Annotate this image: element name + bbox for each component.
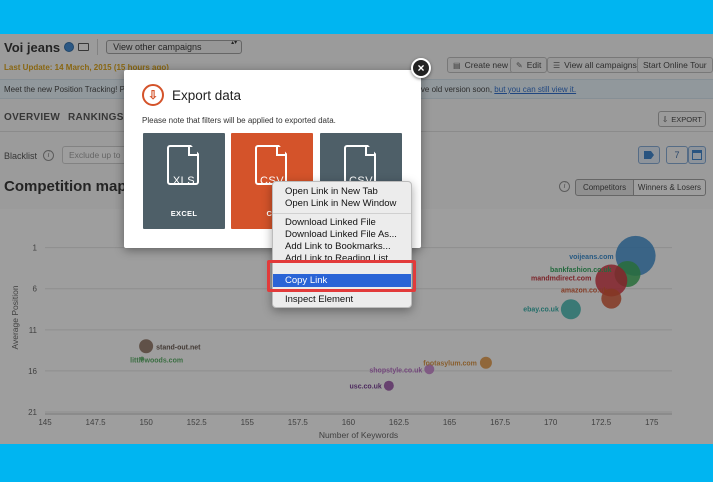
menu-item-download-file[interactable]: Download Linked File — [273, 217, 411, 228]
card-label: EXCEL — [170, 209, 198, 218]
menu-item-download-file-as[interactable]: Download Linked File As... — [273, 229, 411, 240]
modal-note: Please note that filters will be applied… — [142, 116, 336, 125]
highlight-annotation — [267, 260, 416, 292]
menu-item-open-new-tab[interactable]: Open Link in New Tab — [273, 186, 411, 197]
modal-title: Export data — [172, 87, 242, 103]
file-ext: XLS — [172, 175, 196, 187]
download-circle-icon: ⇩ — [142, 84, 164, 106]
export-excel-card[interactable]: XLS EXCEL — [143, 133, 225, 229]
modal-header: ⇩ Export data — [142, 84, 241, 106]
menu-divider — [273, 213, 411, 214]
menu-item-add-bookmark[interactable]: Add Link to Bookmarks... — [273, 241, 411, 252]
menu-item-inspect-element[interactable]: Inspect Element — [273, 294, 411, 305]
menu-item-open-new-window[interactable]: Open Link in New Window — [273, 198, 411, 209]
menu-item-add-reading-list[interactable]: Add Link to Reading List — [273, 253, 411, 260]
browser-viewport: Voi jeans View other campaigns Last Upda… — [0, 34, 713, 444]
close-modal-button[interactable]: × — [411, 58, 431, 78]
